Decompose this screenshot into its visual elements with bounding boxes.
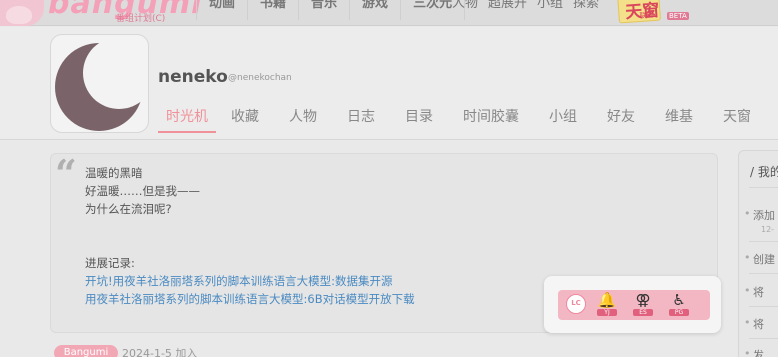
- nav-anime[interactable]: 动画: [196, 0, 247, 20]
- tag-label: YJ: [597, 309, 617, 316]
- right-sidebar: / 我的 添加 12- 创建 将 将 发: [738, 150, 778, 357]
- mascot-logo[interactable]: [0, 0, 44, 26]
- nav-groups[interactable]: 小组: [537, 0, 563, 14]
- tag-widget: LC 🔔 YJ ⚢ ES ♿ PG: [544, 276, 721, 333]
- tag-yj[interactable]: 🔔 YJ: [594, 291, 620, 319]
- divider: [749, 338, 778, 339]
- divider: [749, 273, 778, 274]
- sidebar-item[interactable]: 添加: [744, 207, 775, 223]
- bell-icon: 🔔: [597, 291, 617, 309]
- progress-log: 进展记录: 开坑!用夜羊社洛丽塔系列的脚本训练语言大模型:数据集开源 用夜羊社洛…: [85, 254, 415, 308]
- sidebar-item[interactable]: 创建: [744, 251, 775, 267]
- tab-index[interactable]: 目录: [390, 101, 448, 133]
- progress-link-dataset[interactable]: 开坑!用夜羊社洛丽塔系列的脚本训练语言大模型:数据集开源: [85, 272, 415, 290]
- tag-es[interactable]: ⚢ ES: [630, 291, 656, 319]
- intro-line: 好温暖……但是我——: [85, 184, 200, 198]
- user-handle: @nenekochan: [228, 73, 292, 83]
- quote-mark-icon: “: [55, 151, 77, 196]
- crescent-moon-icon: [55, 43, 143, 131]
- gender-icon: ⚢: [635, 291, 651, 309]
- tab-people[interactable]: 人物: [274, 101, 332, 133]
- tag-pg[interactable]: ♿ PG: [666, 291, 692, 319]
- progress-label: 进展记录:: [85, 256, 135, 270]
- user-name: neneko: [158, 67, 228, 87]
- progress-link-model[interactable]: 用夜羊社洛丽塔系列的脚本训练语言大模型:6B对话模型开放下载: [85, 290, 415, 308]
- tab-wiki[interactable]: 维基: [650, 101, 708, 133]
- join-date: 2024-1-5 加入: [122, 347, 198, 357]
- person-icon: ♿: [672, 291, 686, 309]
- tag-label: PG: [669, 309, 689, 316]
- site-logo-sub: 番组计划(C): [116, 14, 166, 24]
- nav-games[interactable]: 游戏: [349, 0, 400, 20]
- sidebar-item[interactable]: 将: [744, 284, 764, 300]
- sidebar-item-date: 12-: [761, 225, 775, 234]
- divider: [749, 306, 778, 307]
- sidebar-title: / 我的: [750, 165, 778, 179]
- tianchuang-badge[interactable]: 天窗 联盟: [617, 0, 661, 24]
- tag-label: ES: [633, 309, 653, 316]
- tianchuang-sub: 联盟: [639, 11, 654, 20]
- beta-badge: BETA: [667, 12, 689, 20]
- profile-header: neneko @nenekochan 时光机 收藏 人物 日志 目录 时间胶囊 …: [0, 27, 778, 140]
- intro-text: 温暖的黑暗 好温暖……但是我—— 为什么在流泪呢?: [85, 164, 200, 218]
- tag-widget-bar: LC 🔔 YJ ⚢ ES ♿ PG: [558, 290, 710, 320]
- sidebar-item[interactable]: 将: [744, 316, 764, 332]
- nav-books[interactable]: 书籍: [247, 0, 298, 20]
- tab-time-capsule[interactable]: 时间胶囊: [448, 101, 534, 133]
- nav-music[interactable]: 音乐: [298, 0, 349, 20]
- tab-friends[interactable]: 好友: [592, 101, 650, 133]
- intro-line: 为什么在流泪呢?: [85, 202, 172, 216]
- tab-timeline[interactable]: 时光机: [158, 101, 216, 133]
- nav-explore[interactable]: 探索: [573, 0, 599, 14]
- top-navbar: bangumi 番组计划(C) 动画 书籍 音乐 游戏 三次元 人物 超展开 小…: [0, 0, 778, 26]
- tab-blog[interactable]: 日志: [332, 101, 390, 133]
- divider: [749, 241, 778, 242]
- main-nav: 动画 书籍 音乐 游戏 三次元: [196, 0, 466, 20]
- tab-collection[interactable]: 收藏: [216, 101, 274, 133]
- intro-line: 温暖的黑暗: [85, 166, 143, 180]
- profile-tabs: 时光机 收藏 人物 日志 目录 时间胶囊 小组 好友 维基 天窗: [158, 101, 766, 133]
- secondary-nav: 人物 超展开 小组 探索: [452, 0, 599, 14]
- divider: [749, 187, 778, 188]
- tab-groups[interactable]: 小组: [534, 101, 592, 133]
- lc-badge[interactable]: LC: [566, 294, 586, 314]
- nav-people[interactable]: 人物: [452, 0, 478, 14]
- bangumi-tag[interactable]: Bangumi: [54, 345, 118, 357]
- tab-tianchuang[interactable]: 天窗: [708, 101, 766, 133]
- user-avatar[interactable]: [50, 34, 149, 133]
- sidebar-item[interactable]: 发: [744, 347, 764, 357]
- nav-rakuen[interactable]: 超展开: [488, 0, 527, 14]
